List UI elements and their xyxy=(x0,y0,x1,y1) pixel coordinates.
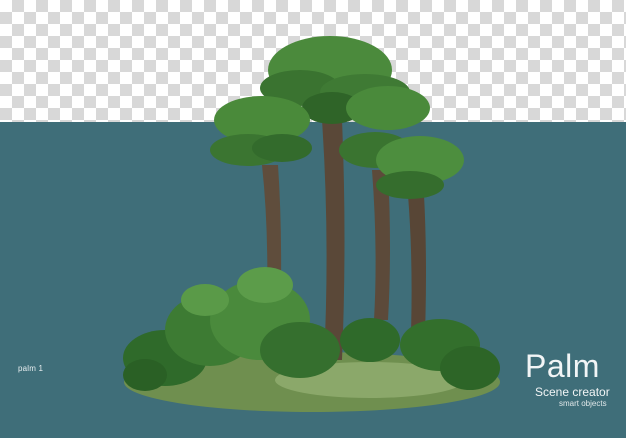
brand-title: Palm xyxy=(525,348,600,384)
brand-block: Palm Scene creator smart objects xyxy=(525,350,620,408)
brand-tagline: smart objects xyxy=(559,399,607,408)
crown-left xyxy=(210,96,312,166)
image-label: palm 1 xyxy=(18,364,44,373)
brand-subtitle: Scene creator xyxy=(535,385,610,399)
crown-right-2 xyxy=(376,136,464,199)
shrubs xyxy=(123,267,500,391)
